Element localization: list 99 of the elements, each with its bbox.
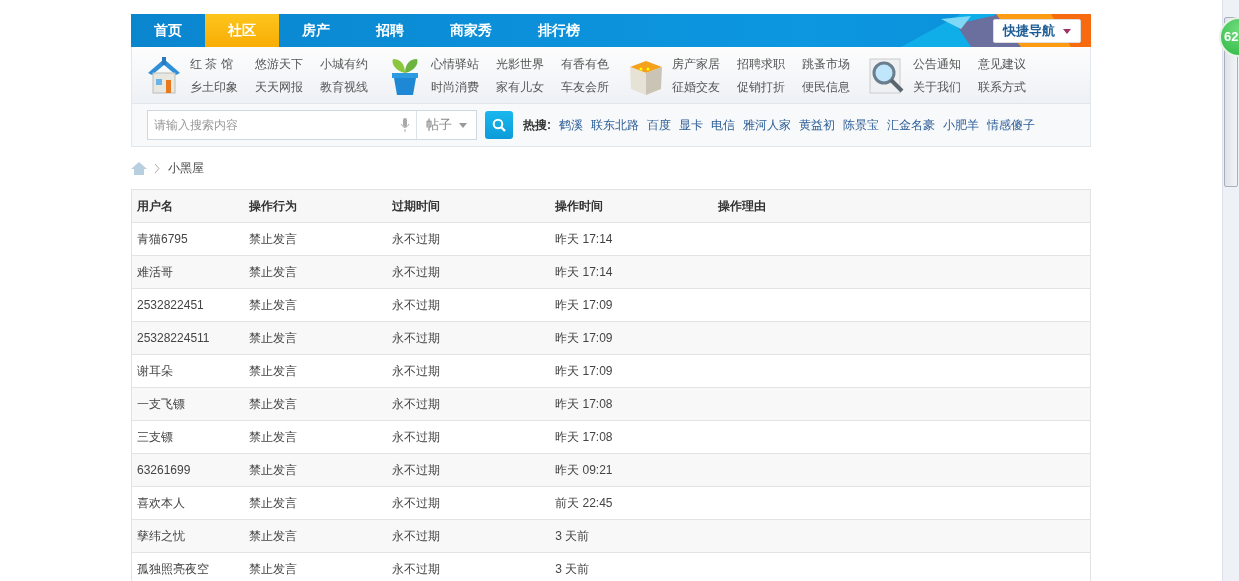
- search-icon: [492, 118, 506, 132]
- hot-search-link[interactable]: 雅河人家: [743, 116, 791, 134]
- category-link[interactable]: 乡土印象: [190, 77, 255, 96]
- category-link[interactable]: 教育视线: [320, 77, 385, 96]
- hot-search-link[interactable]: 汇金名豪: [887, 116, 935, 134]
- breadcrumb-current: 小黑屋: [168, 160, 204, 177]
- category-link[interactable]: 跳蚤市场: [802, 54, 867, 73]
- table-cell: 永不过期: [387, 552, 551, 581]
- category-link[interactable]: 便民信息: [802, 77, 867, 96]
- table-cell: 禁止发言: [244, 552, 388, 581]
- table-cell: 禁止发言: [244, 255, 388, 289]
- category-link[interactable]: 房产家居: [672, 54, 737, 73]
- hot-search-link[interactable]: 陈景宝: [843, 116, 879, 134]
- table-cell: 孳纬之忧: [131, 519, 245, 553]
- column-header: 操作行为: [244, 189, 388, 223]
- table-cell: 青猫6795: [131, 222, 245, 256]
- caret-icon: [1063, 28, 1071, 34]
- table-cell: 禁止发言: [244, 354, 388, 388]
- column-header: 用户名: [131, 189, 245, 223]
- table-cell: 禁止发言: [244, 222, 388, 256]
- table-cell: 永不过期: [387, 453, 551, 487]
- table-cell: 63261699: [131, 453, 245, 487]
- table-cell: 永不过期: [387, 354, 551, 388]
- category-link[interactable]: 意见建议: [978, 54, 1043, 73]
- category-link[interactable]: 公告通知: [913, 54, 978, 73]
- table-cell: 永不过期: [387, 288, 551, 322]
- category-link[interactable]: 天天网报: [255, 77, 320, 96]
- search-field[interactable]: 请输入搜索内容 帖子: [147, 110, 477, 140]
- hot-search-link[interactable]: 联东北路: [591, 116, 639, 134]
- table-cell: 永不过期: [387, 486, 551, 520]
- nav-tab[interactable]: 招聘: [353, 14, 427, 47]
- scrollbar[interactable]: [1222, 0, 1239, 581]
- nav-tab[interactable]: 房产: [279, 14, 353, 47]
- table-cell: 永不过期: [387, 321, 551, 355]
- quick-nav-button[interactable]: 快捷导航: [993, 19, 1081, 43]
- category-link[interactable]: 车友会所: [561, 77, 626, 96]
- chevron-icon: [155, 163, 160, 173]
- table-cell: 永不过期: [387, 387, 551, 421]
- table-cell: 禁止发言: [244, 453, 388, 487]
- table-cell: 昨天 17:09: [550, 354, 713, 388]
- table-cell: 昨天 17:08: [550, 420, 713, 454]
- column-header: 操作时间: [550, 189, 713, 223]
- table-cell: 禁止发言: [244, 321, 388, 355]
- column-header: 操作理由: [712, 189, 1091, 223]
- category-link[interactable]: 时尚消费: [431, 77, 496, 96]
- table-cell: 谢耳朵: [131, 354, 245, 388]
- category-link[interactable]: 家有儿女: [496, 77, 561, 96]
- table-cell: 2532822451: [131, 288, 245, 322]
- category-link[interactable]: 心情驿站: [431, 54, 496, 73]
- table-cell: 永不过期: [387, 519, 551, 553]
- hot-search-link[interactable]: 百度: [647, 116, 671, 134]
- table-cell: 禁止发言: [244, 519, 388, 553]
- table-cell: 昨天 17:09: [550, 288, 713, 322]
- category-link[interactable]: 促销打折: [737, 77, 802, 96]
- hot-search-link[interactable]: 电信: [711, 116, 735, 134]
- table-cell: 一支飞镖: [131, 387, 245, 421]
- column-header: 过期时间: [387, 189, 551, 223]
- table-cell: 3 天前: [550, 519, 713, 553]
- search-button[interactable]: [485, 111, 513, 139]
- hot-search-link[interactable]: 显卡: [679, 116, 703, 134]
- microphone-icon[interactable]: [400, 117, 410, 133]
- category-link[interactable]: 悠游天下: [255, 54, 320, 73]
- table-cell: 难活哥: [131, 255, 245, 289]
- category-link[interactable]: 光影世界: [496, 54, 561, 73]
- table-cell: 永不过期: [387, 222, 551, 256]
- table-cell: 禁止发言: [244, 288, 388, 322]
- table-cell: 昨天 17:14: [550, 255, 713, 289]
- category-link[interactable]: 联系方式: [978, 77, 1043, 96]
- table-cell: 前天 22:45: [550, 486, 713, 520]
- hot-search-link[interactable]: 情感傻子: [987, 116, 1035, 134]
- table-cell: 昨天 09:21: [550, 453, 713, 487]
- table-cell: 孤独照亮夜空: [131, 552, 245, 581]
- table-cell: 禁止发言: [244, 486, 388, 520]
- caret-icon: [459, 122, 467, 128]
- nav-tab[interactable]: 商家秀: [427, 14, 515, 47]
- hot-search-label: 热搜:: [523, 117, 551, 134]
- table-cell: 永不过期: [387, 420, 551, 454]
- table-cell: 三支镖: [131, 420, 245, 454]
- table-cell: 昨天 17:08: [550, 387, 713, 421]
- hot-search-link[interactable]: 鹤溪: [559, 116, 583, 134]
- hot-search-link[interactable]: 黄益初: [799, 116, 835, 134]
- category-link[interactable]: 红 茶 馆: [190, 54, 255, 73]
- category-link[interactable]: 小城有约: [320, 54, 385, 73]
- scope-dropdown[interactable]: 帖子: [416, 111, 476, 139]
- table-cell: 永不过期: [387, 255, 551, 289]
- table-cell: 禁止发言: [244, 420, 388, 454]
- category-link[interactable]: 关于我们: [913, 77, 978, 96]
- table-cell: 昨天 17:14: [550, 222, 713, 256]
- category-link[interactable]: 招聘求职: [737, 54, 802, 73]
- home-icon[interactable]: [131, 161, 147, 175]
- nav-tab[interactable]: 首页: [131, 14, 205, 47]
- category-link[interactable]: 有香有色: [561, 54, 626, 73]
- table-cell: 禁止发言: [244, 387, 388, 421]
- category-link[interactable]: 征婚交友: [672, 77, 737, 96]
- table-cell: 喜欢本人: [131, 486, 245, 520]
- table-cell: 25328224511: [131, 321, 245, 355]
- table-cell: 昨天 17:09: [550, 321, 713, 355]
- hot-search-link[interactable]: 小肥羊: [943, 116, 979, 134]
- table-cell: 3 天前: [550, 552, 713, 581]
